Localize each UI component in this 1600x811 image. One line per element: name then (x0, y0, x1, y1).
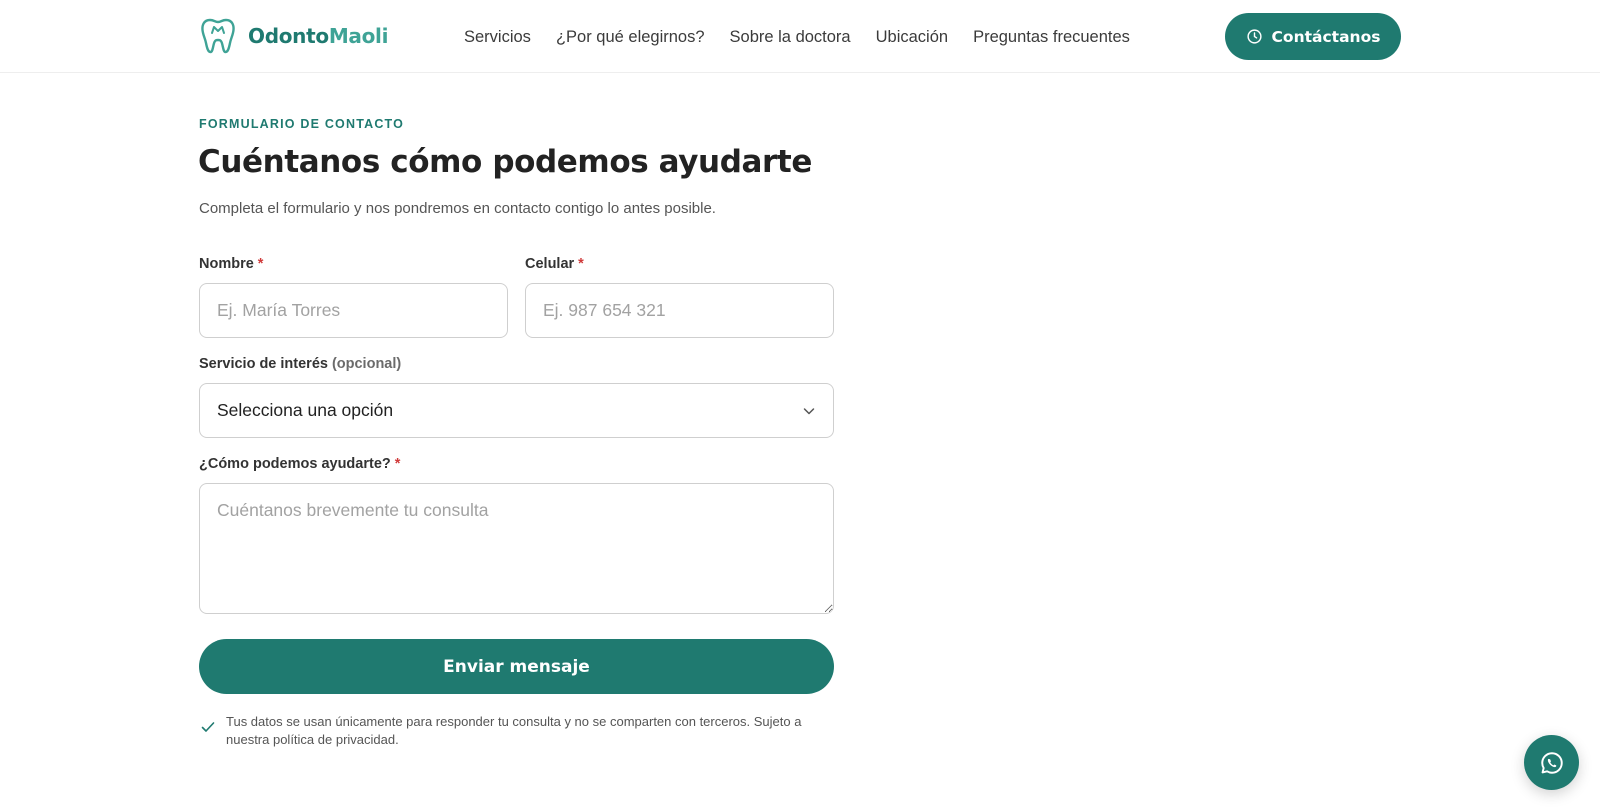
message-label-text: ¿Cómo podemos ayudarte? (199, 456, 391, 472)
whatsapp-button[interactable] (1524, 735, 1579, 790)
phone-label: Celular * (525, 256, 584, 272)
message-textarea[interactable] (199, 483, 834, 614)
brand-name-part1: Odonto (248, 24, 329, 48)
check-icon (201, 722, 215, 732)
submit-button[interactable]: Enviar mensaje (199, 639, 834, 694)
nav-item-ubicacion[interactable]: Ubicación (876, 28, 948, 47)
phone-input[interactable] (525, 283, 834, 338)
service-label: Servicio de interés (opcional) (199, 356, 401, 372)
optional-note: (opcional) (331, 356, 402, 372)
name-label: Nombre * (199, 256, 263, 272)
page-title: Cuéntanos cómo podemos ayudarte (198, 144, 812, 180)
whatsapp-icon (1540, 751, 1563, 774)
privacy-text: Tus datos se usan únicamente para respon… (226, 714, 802, 747)
nav-item-servicios[interactable]: Servicios (464, 28, 531, 47)
site-header: OdontoMaoli Servicios ¿Por qué elegirnos… (0, 0, 1600, 73)
required-mark: * (578, 256, 584, 272)
brand-logo[interactable]: OdontoMaoli (200, 17, 388, 55)
clock-icon (1246, 29, 1262, 44)
name-label-text: Nombre (199, 256, 254, 272)
contact-button[interactable]: Contáctanos (1225, 13, 1401, 60)
phone-label-text: Celular (525, 256, 575, 272)
required-mark: * (257, 256, 264, 272)
nav-item-sobre-la-doctora[interactable]: Sobre la doctora (730, 28, 851, 47)
required-mark: * (394, 456, 401, 472)
chevron-down-icon (803, 407, 815, 414)
form-eyebrow: FORMULARIO DE CONTACTO (199, 117, 405, 131)
privacy-note: Tus datos se usan únicamente para respon… (200, 713, 840, 748)
tooth-icon (201, 18, 235, 54)
brand-name: OdontoMaoli (248, 24, 388, 48)
service-select-value: Selecciona una opción (217, 400, 394, 420)
service-select[interactable]: Selecciona una opción (199, 383, 834, 438)
name-input[interactable] (199, 283, 508, 338)
brand-name-part2: Maoli (328, 24, 389, 48)
nav-item-por-que-elegirnos[interactable]: ¿Por qué elegirnos? (556, 28, 705, 47)
message-label: ¿Cómo podemos ayudarte? * (199, 456, 400, 472)
service-label-text: Servicio de interés (199, 356, 328, 372)
contact-button-label: Contáctanos (1271, 27, 1381, 46)
nav-item-preguntas-frecuentes[interactable]: Preguntas frecuentes (973, 28, 1130, 47)
main-nav: Servicios ¿Por qué elegirnos? Sobre la d… (464, 24, 1155, 50)
page-subtitle: Completa el formulario y nos pondremos e… (199, 200, 716, 217)
